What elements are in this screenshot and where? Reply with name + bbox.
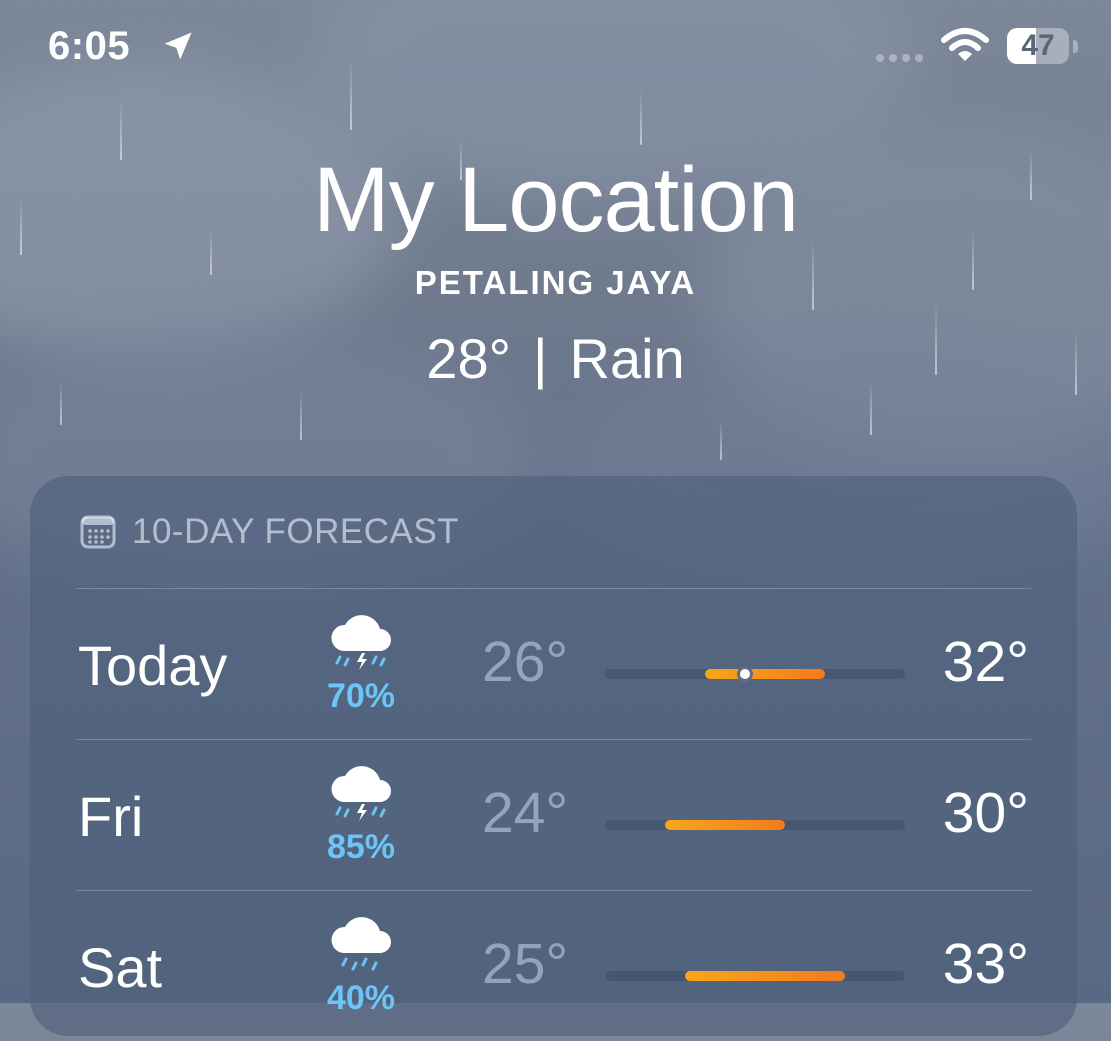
low-temperature: 24° [482,781,569,845]
high-temperature: 32° [942,630,1029,694]
day-label: Sat [78,936,163,999]
location-arrow-icon [160,28,196,69]
location-title: My Location [312,149,799,251]
forecast-row-fri[interactable]: Fri 85% 24° 30° [30,740,1077,890]
precipitation-chance: 40% [326,979,396,1017]
temperature-range-track [605,820,905,830]
temperature-range-bar [705,669,825,679]
day-label: Fri [78,785,144,848]
battery-tip [1073,40,1078,53]
current-temperature: 28° [426,327,511,390]
battery-icon: 47 [1007,28,1069,64]
precipitation-chance: 70% [326,677,396,715]
signal-dots-icon [876,54,923,62]
high-temperature: 33° [942,932,1029,996]
cloud-rain-icon [326,915,398,984]
temperature-range-bar [685,971,845,981]
temperature-range-track [605,971,905,981]
cloud-bolt-rain-icon [326,764,398,833]
forecast-row-sat[interactable]: Sat 40% 25° 33° [30,891,1077,1041]
current-condition: Rain [569,327,685,390]
status-time: 6:05 [48,24,131,68]
temperature-range-track [605,666,905,682]
current-temperature-marker [737,666,753,682]
low-temperature: 25° [482,932,569,996]
cloud-bolt-rain-icon [326,613,398,682]
forecast-row-today[interactable]: Today 70% 26° 32° [30,589,1077,739]
forecast-header: 10-DAY FORECAST [80,512,459,552]
low-temperature: 26° [482,630,569,694]
day-label: Today [78,634,228,697]
battery-percentage: 47 [1021,29,1055,62]
city-name: PETALING JAYA [414,264,697,301]
forecast-heading: 10-DAY FORECAST [132,512,460,551]
calendar-icon [80,515,116,549]
conditions-separator: | [532,327,548,390]
current-conditions: 28° | Rain [0,326,1111,391]
wifi-icon [940,26,990,71]
temperature-range-bar [665,820,785,830]
ten-day-forecast-card[interactable]: 10-DAY FORECAST Today 70% 26° 32° Fri 85… [30,476,1077,1036]
precipitation-chance: 85% [326,828,396,866]
high-temperature: 30° [942,781,1029,845]
